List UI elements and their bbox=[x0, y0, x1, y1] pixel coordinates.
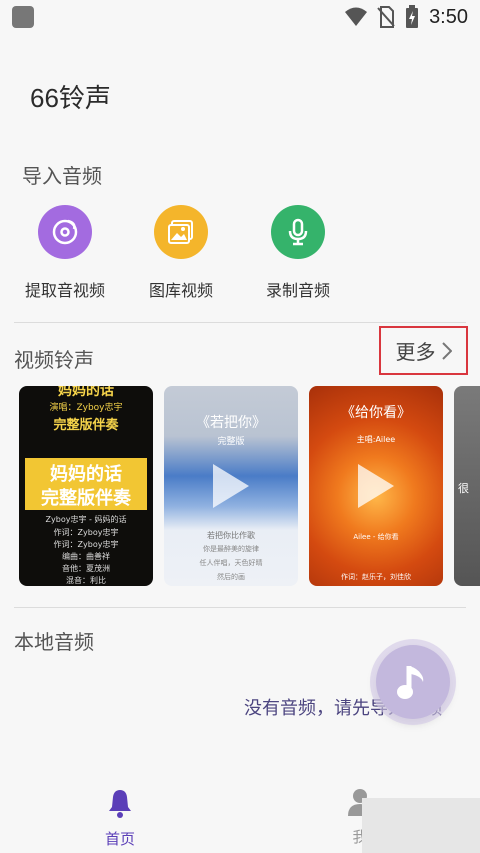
status-icons: 3:50 bbox=[345, 5, 468, 29]
card-credit-line: 作词：Zyboy忠宇 bbox=[53, 528, 119, 537]
music-note-icon bbox=[397, 666, 424, 699]
nav-home-label: 首页 bbox=[104, 830, 135, 848]
card-subtitle: 完整版 bbox=[217, 437, 245, 447]
divider bbox=[14, 322, 466, 323]
play-icon bbox=[213, 464, 249, 508]
divider bbox=[14, 607, 466, 608]
corner-overlay bbox=[362, 798, 480, 853]
gallery-video-button[interactable]: 图库视频 bbox=[121, 205, 241, 301]
nav-home[interactable]: 首页 bbox=[100, 788, 140, 849]
extract-audio-video-button[interactable]: 提取音视频 bbox=[5, 205, 125, 301]
card-credit-line: 然后的画 bbox=[217, 573, 245, 581]
card-credit-line: 音他：夏茂洲 bbox=[62, 564, 110, 573]
wifi-icon bbox=[345, 7, 368, 26]
music-fab-button[interactable] bbox=[376, 645, 450, 719]
battery-charging-icon bbox=[406, 5, 419, 28]
play-icon bbox=[358, 464, 394, 508]
card-credit-line: 任人伴唱，天色好晴 bbox=[199, 559, 263, 567]
record-audio-label: 录制音频 bbox=[265, 281, 330, 300]
music-disc-icon bbox=[38, 205, 92, 259]
status-time: 3:50 bbox=[429, 5, 468, 28]
local-audio-title: 本地音频 bbox=[14, 630, 94, 654]
gallery-video-label: 图库视频 bbox=[148, 281, 213, 300]
extract-audio-video-label: 提取音视频 bbox=[24, 281, 105, 300]
microphone-icon bbox=[271, 205, 325, 259]
video-card[interactable]: 很 bbox=[454, 386, 480, 586]
video-card[interactable]: 妈妈的话 演唱：Zyboy忠宇 完整版伴奏 妈妈的话 完整版伴奏 Zyboy忠宇… bbox=[19, 386, 153, 586]
video-card[interactable]: 《给你看》 主唱:Ailee Ailee - 给你看 作词：赵乐子，刘佳欣 bbox=[309, 386, 443, 586]
card-credit-line: Ailee - 给你看 bbox=[353, 533, 399, 541]
import-section-title: 导入音频 bbox=[22, 164, 102, 188]
video-ringtones-title: 视频铃声 bbox=[14, 348, 94, 372]
card-banner-line1: 妈妈的话 bbox=[50, 464, 122, 485]
card-banner-line2: 完整版伴奏 bbox=[41, 488, 131, 509]
card-singer-text: 演唱：Zyboy忠宇 bbox=[49, 403, 123, 413]
card-credit-line: 混音：利比 bbox=[66, 576, 106, 585]
chevron-right-icon bbox=[441, 341, 452, 360]
more-label: 更多 bbox=[395, 340, 436, 364]
video-ringtone-list: 妈妈的话 演唱：Zyboy忠宇 完整版伴奏 妈妈的话 完整版伴奏 Zyboy忠宇… bbox=[0, 386, 480, 588]
card-credit-line: Zyboy忠宇 - 妈妈的话 bbox=[45, 515, 127, 524]
app-notification-icon bbox=[12, 6, 34, 28]
video-card[interactable]: 《若把你》 完整版 若把你比作歌 你是最醉美的旋律 任人伴唱，天色好晴 然后的画 bbox=[164, 386, 298, 586]
record-audio-button[interactable]: 录制音频 bbox=[238, 205, 358, 301]
card-credit-line: 你是最醉美的旋律 bbox=[203, 545, 259, 553]
card-credit-line: 作词：赵乐子，刘佳欣 bbox=[341, 573, 411, 581]
card-subtitle: 主唱:Ailee bbox=[356, 435, 396, 444]
card-subtitle: 完整版伴奏 bbox=[53, 418, 119, 433]
card-credit-line: 编曲：曲善祥 bbox=[62, 552, 110, 561]
no-sim-icon bbox=[377, 6, 395, 28]
import-options: 提取音视频 图库视频 录制音频 bbox=[0, 205, 480, 305]
card-title: 《给你看》 bbox=[341, 405, 411, 421]
card-title: 《若把你》 bbox=[196, 415, 266, 431]
card-top-text: 妈妈的话 bbox=[58, 386, 114, 399]
card-banner: 妈妈的话 完整版伴奏 bbox=[25, 458, 147, 510]
app-title: 66铃声 bbox=[30, 83, 111, 113]
gallery-icon bbox=[154, 205, 208, 259]
status-bar: 3:50 bbox=[0, 0, 480, 34]
more-button[interactable]: 更多 bbox=[379, 326, 468, 375]
card-credit-line: 作词：Zyboy忠宇 bbox=[53, 540, 119, 549]
card-credit-line: 若把你比作歌 bbox=[207, 531, 255, 540]
card-partial-text: 很 bbox=[458, 482, 469, 495]
bell-icon bbox=[109, 790, 131, 818]
